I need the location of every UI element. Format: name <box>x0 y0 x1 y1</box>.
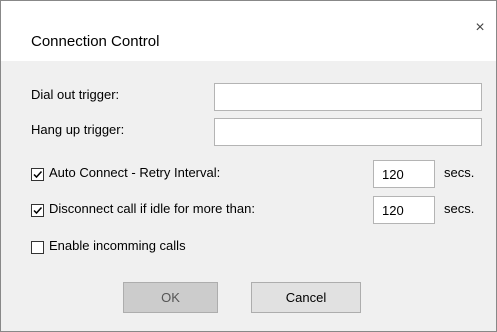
disconnect-idle-checkbox[interactable] <box>31 204 44 217</box>
retry-interval-unit: secs. <box>444 165 475 180</box>
dialog-body: Dial out trigger: Hang up trigger: Auto … <box>1 61 496 331</box>
ok-button[interactable]: OK <box>123 282 218 313</box>
idle-timeout-unit: secs. <box>444 201 475 216</box>
enable-incoming-calls-label[interactable]: Enable incomming calls <box>49 238 186 253</box>
hang-up-field[interactable] <box>214 118 482 146</box>
auto-connect-label[interactable]: Auto Connect - Retry Interval: <box>49 165 220 180</box>
checkmark-icon <box>33 170 43 179</box>
dialog-title: Connection Control <box>31 33 160 50</box>
hang-up-label: Hang up trigger: <box>31 122 125 137</box>
disconnect-idle-label[interactable]: Disconnect call if idle for more than: <box>49 201 255 216</box>
dial-out-label: Dial out trigger: <box>31 87 120 102</box>
close-icon[interactable]: × <box>471 19 489 37</box>
connection-control-dialog: Connection Control × Dial out trigger: H… <box>0 0 497 332</box>
retry-interval-field[interactable] <box>373 160 435 188</box>
enable-incoming-calls-checkbox[interactable] <box>31 241 44 254</box>
auto-connect-checkbox[interactable] <box>31 168 44 181</box>
title-bar: Connection Control × <box>1 1 496 61</box>
cancel-button[interactable]: Cancel <box>251 282 361 313</box>
dial-out-field[interactable] <box>214 83 482 111</box>
checkmark-icon <box>33 206 43 215</box>
idle-timeout-field[interactable] <box>373 196 435 224</box>
